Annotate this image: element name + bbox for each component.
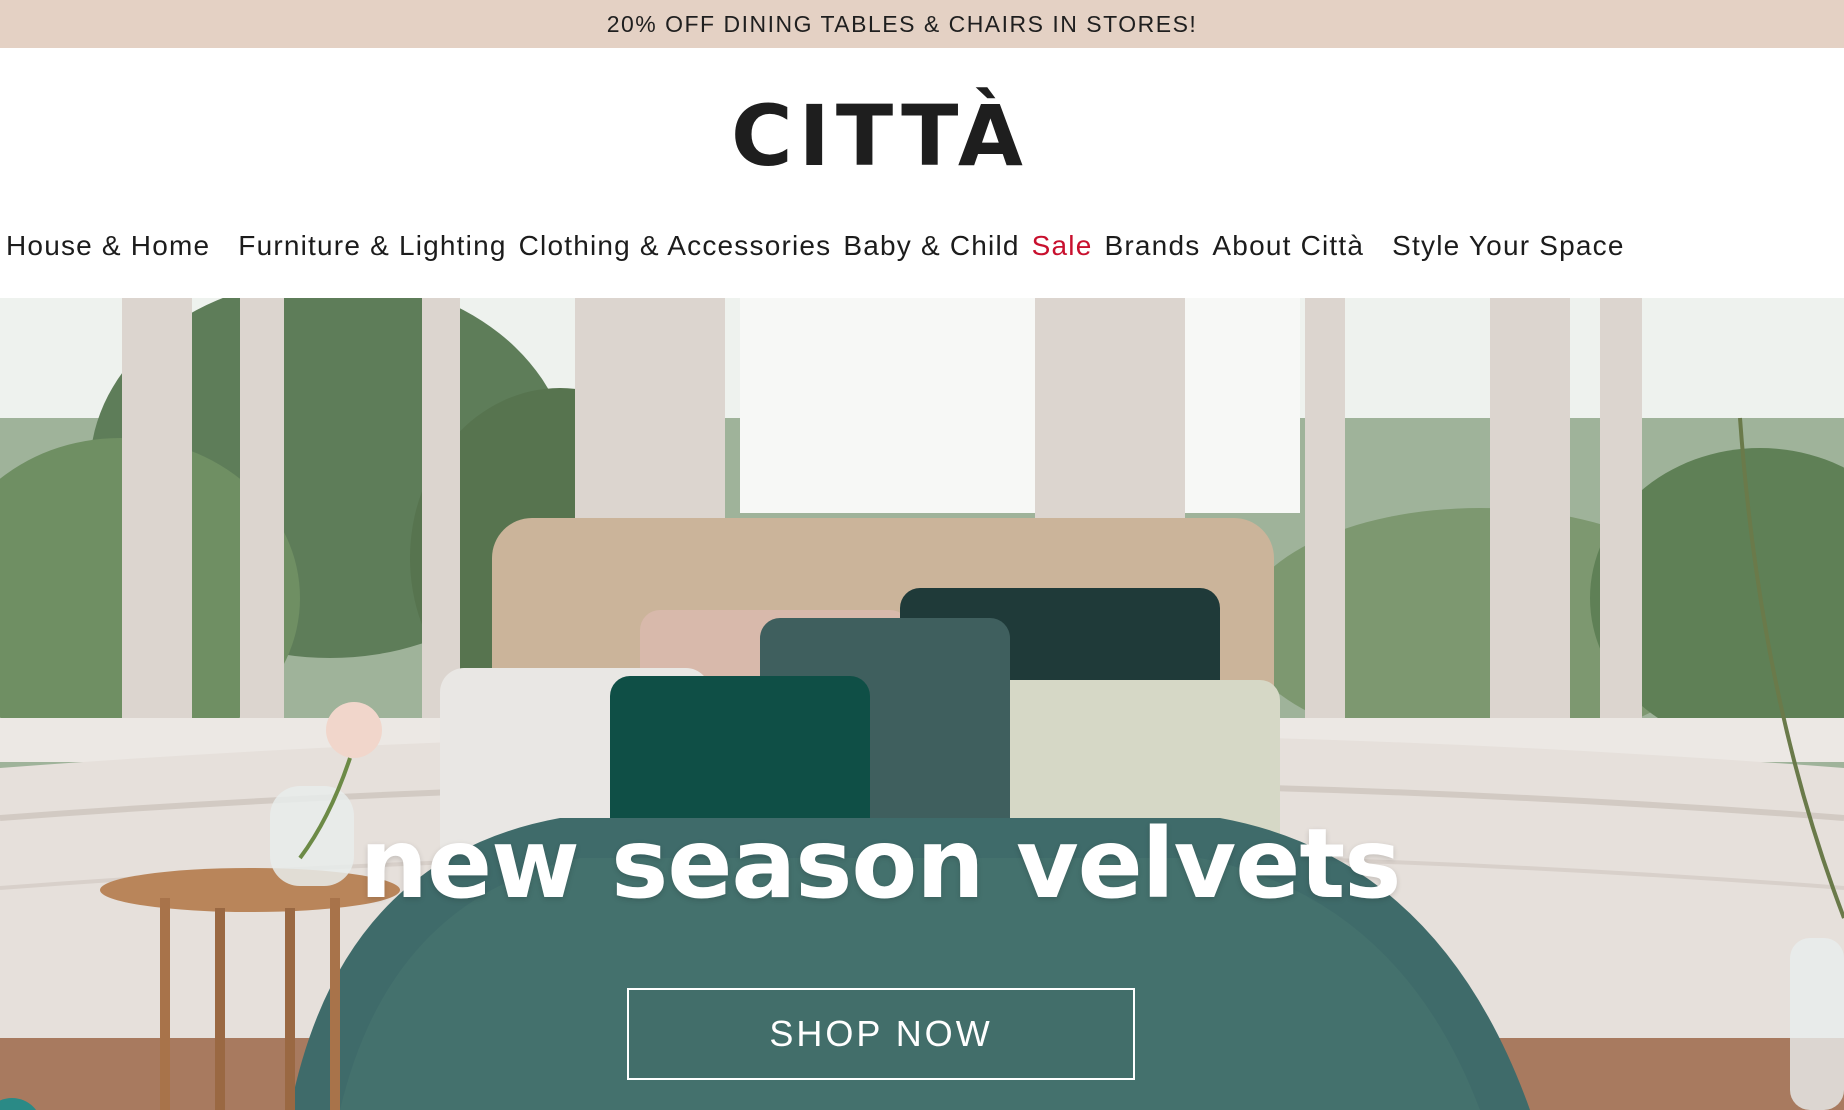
hero-banner[interactable]: new season velvets SHOP NOW [0,298,1844,1110]
nav-item-about[interactable]: About Città [1212,230,1364,262]
nav-item-house-home[interactable]: House & Home [6,230,210,262]
main-nav: House & Home Furniture & Lighting Clothi… [6,226,1625,266]
nav-item-brands[interactable]: Brands [1105,230,1201,262]
promo-banner[interactable]: 20% OFF DINING TABLES & CHAIRS IN STORES… [0,0,1844,48]
hero-title: new season velvets [359,808,1402,920]
nav-item-baby-child[interactable]: Baby & Child [843,230,1019,262]
site-logo[interactable]: CITTÀ [0,86,1760,186]
nav-item-clothing-accessories[interactable]: Clothing & Accessories [519,230,832,262]
nav-item-style-your-space[interactable]: Style Your Space [1392,230,1624,262]
site-header: CITTÀ House & Home Furniture & Lighting … [0,48,1844,298]
nav-item-furniture-lighting[interactable]: Furniture & Lighting [238,230,506,262]
shop-now-button[interactable]: SHOP NOW [627,988,1135,1080]
nav-item-sale[interactable]: Sale [1032,230,1093,262]
promo-text: 20% OFF DINING TABLES & CHAIRS IN STORES… [606,10,1198,37]
